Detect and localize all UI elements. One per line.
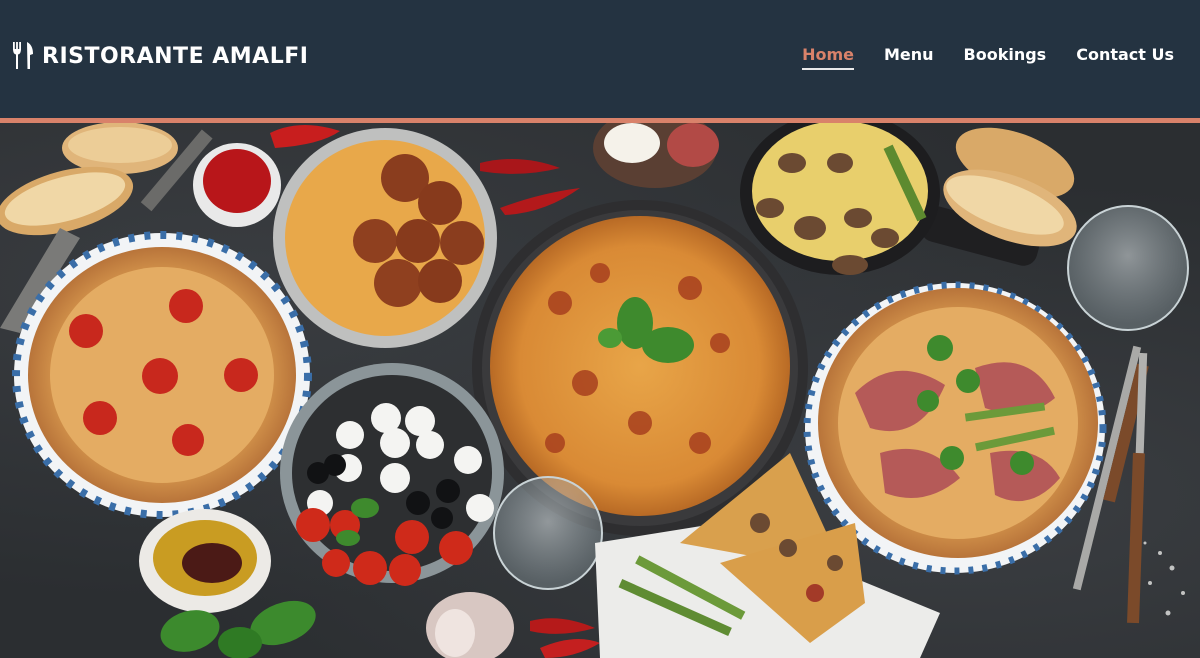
hero-image [0,123,1200,658]
food-spread-illustration [0,123,1189,658]
caprese-bowl [280,363,504,586]
site-header: RISTORANTE AMALFI Home Menu Bookings Con… [0,0,1200,118]
nav-contact-link[interactable]: Contact Us [1076,44,1174,66]
sauce-bowl [193,143,281,227]
brand-name: RISTORANTE AMALFI [42,43,309,69]
penne-meatballs-bowl [273,128,497,348]
fork-knife-icon [13,42,33,69]
bread-slices [0,123,178,236]
oil-bowl [139,509,271,613]
margherita-pizza [12,231,312,519]
main-nav: Home Menu Bookings Contact Us [802,44,1174,70]
brand-logo-link[interactable]: RISTORANTE AMALFI [12,40,308,72]
nav-menu-link[interactable]: Menu [884,44,934,66]
nav-bookings-link[interactable]: Bookings [964,44,1047,66]
nav-home-link[interactable]: Home [802,44,854,70]
